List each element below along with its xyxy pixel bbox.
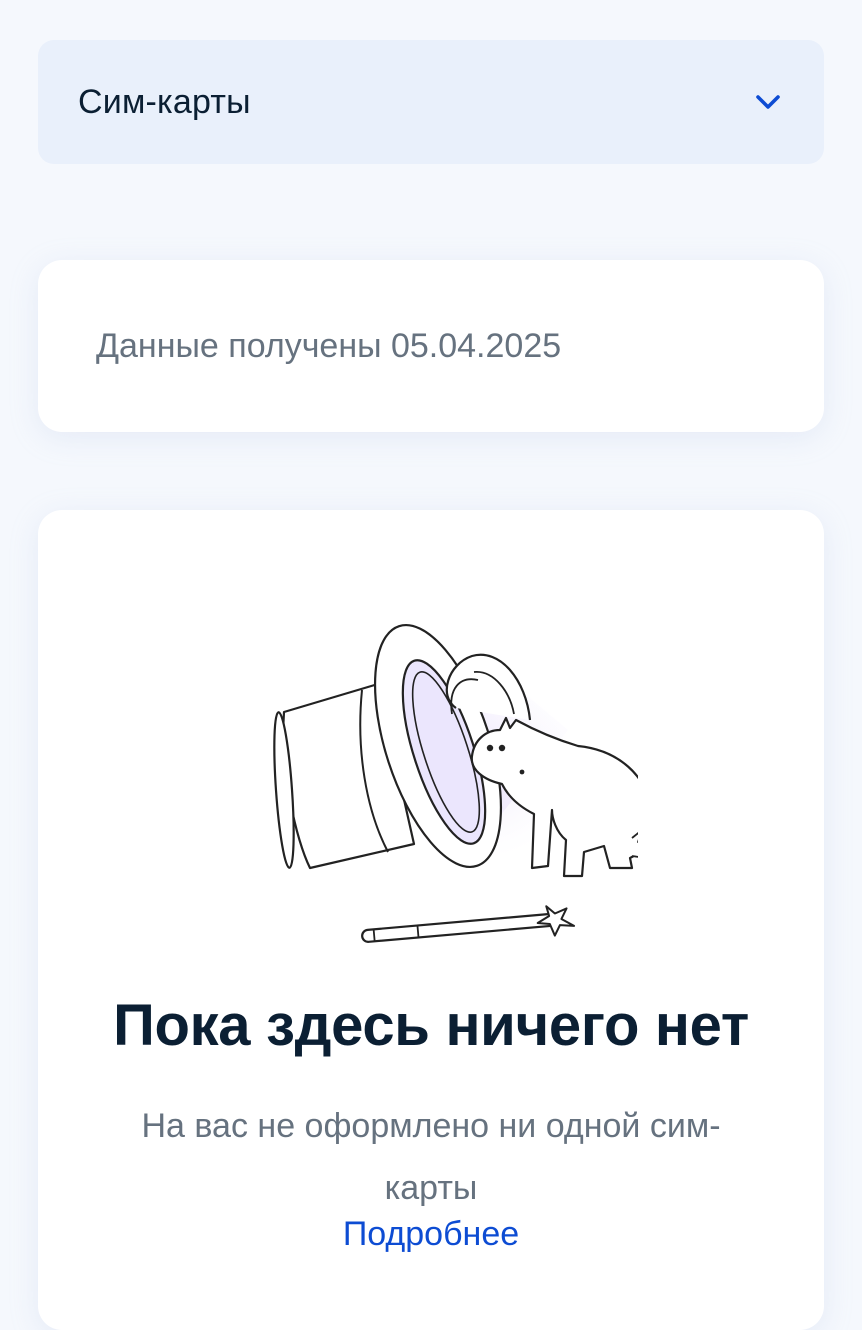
empty-state-title: Пока здесь ничего нет (113, 993, 749, 1058)
empty-state-description: На вас не оформлено ни одной сим-карты (141, 1107, 721, 1207)
data-received-card: Данные получены 05.04.2025 (38, 260, 824, 432)
dropdown-label: Сим-карты (78, 82, 251, 121)
empty-state-card: Пока здесь ничего нет На вас не оформлен… (38, 510, 824, 1330)
magic-hat-rabbit-illustration (238, 600, 652, 960)
more-details-link[interactable]: Подробнее (38, 1215, 824, 1254)
chevron-down-icon[interactable] (752, 86, 784, 118)
sim-cards-dropdown[interactable]: Сим-карты (38, 40, 824, 164)
data-received-text: Данные получены 05.04.2025 (96, 326, 562, 365)
